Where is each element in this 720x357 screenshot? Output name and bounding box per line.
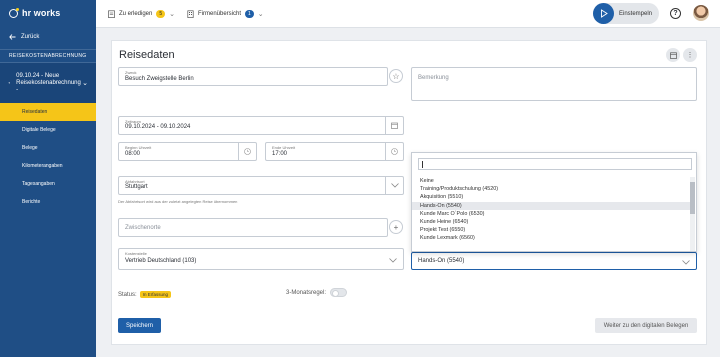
sidebar-section-title: REISEKOSTENABRECHNUNG [0, 49, 96, 63]
next-to-digital-receipts-button[interactable]: Weiter zu den digitalen Belegen [595, 318, 697, 333]
arrow-left-icon [9, 33, 16, 40]
ende-label: Ende Uhrzeit [272, 145, 296, 150]
beginn-label: Beginn Uhrzeit [125, 145, 152, 150]
dropdown-option[interactable]: Kunde Lexmark (6560) [412, 234, 691, 242]
status-badge: In Erfassung [139, 291, 171, 298]
sidebar-item-belege[interactable]: Belege [0, 139, 96, 157]
play-icon [593, 3, 614, 24]
ende-time-field[interactable]: Ende Uhrzeit 17:00 [265, 142, 404, 161]
kostenstelle-select[interactable]: Kostenstelle Vertrieb Deutschland (103) [118, 248, 404, 270]
zweck-field[interactable]: Zweck Besuch Zweigstelle Berlin [118, 67, 388, 86]
more-options-icon[interactable]: ⋮ [683, 48, 697, 62]
scrollbar-thumb[interactable] [690, 182, 695, 214]
clock-in-button[interactable]: Einstempeln [593, 3, 659, 24]
chevron-down-icon: ⌄ [82, 80, 88, 87]
sidebar-item-digitale-belege[interactable]: Digitale Belege [0, 121, 96, 139]
save-button[interactable]: Speichern [118, 318, 161, 333]
chevron-down-icon [389, 258, 397, 263]
zeitraum-field[interactable]: Zeitraum 09.10.2024 - 09.10.2024 [118, 116, 404, 135]
dropdown-search-input[interactable] [418, 158, 692, 170]
clipboard-icon [108, 10, 115, 18]
avatar[interactable] [693, 5, 709, 21]
three-month-toggle[interactable] [330, 288, 348, 297]
archive-icon[interactable] [666, 48, 680, 62]
sidebar-item-tagesangaben[interactable]: Tagesangaben [0, 175, 96, 193]
brand-name: hr works [22, 8, 61, 18]
todo-count-badge: 5 [156, 10, 166, 18]
zwischenorte-input[interactable]: Zwischenorte [118, 218, 388, 237]
plane-icon [8, 82, 10, 84]
chevron-down-icon: ⌄ [169, 11, 176, 18]
beginn-time-field[interactable]: Beginn Uhrzeit 08:00 [118, 142, 257, 161]
current-trip-label: 09.10.24 - Neue Reisekostenabrechnung - [16, 72, 81, 93]
help-icon[interactable]: ? [670, 8, 681, 19]
back-link[interactable]: Zurück [0, 28, 96, 45]
dropdown-option[interactable]: Training/Produktschulung (4520) [412, 185, 691, 193]
dropdown-option[interactable]: Projekt Test (6550) [412, 226, 691, 234]
bemerkung-placeholder: Bemerkung [418, 75, 449, 81]
dropdown-option[interactable]: Kunde Heine (6540) [412, 218, 691, 226]
chevron-down-icon[interactable] [385, 177, 403, 194]
chevron-down-icon: ⌄ [257, 11, 264, 18]
clock-in-label: Einstempeln [619, 10, 653, 17]
three-month-rule: 3-Monatsregel: [286, 288, 348, 297]
dropdown-options: Keine Training/Produktschulung (4520) Ak… [412, 177, 691, 243]
status-label: Status: [118, 291, 137, 298]
building-icon [187, 10, 194, 18]
dropdown-option[interactable]: Kunde Marc O´Polo (6530) [412, 210, 691, 218]
clock-icon[interactable] [385, 143, 403, 160]
zweck-label: Zweck [125, 70, 137, 75]
zwischenorte-placeholder: Zwischenorte [125, 225, 161, 231]
dropdown-option-selected[interactable]: Hands-On (5540) [412, 201, 691, 210]
three-month-label: 3-Monatsregel: [286, 289, 327, 296]
company-overview-menu[interactable]: Firmenübersicht 1 ⌄ [187, 0, 264, 28]
sidebar-current-trip[interactable]: 09.10.24 - Neue Reisekostenabrechnung - … [0, 63, 96, 103]
kostenstelle-label: Kostenstelle [125, 251, 147, 256]
page-title: Reisedaten [119, 49, 175, 61]
sidebar-item-kilometerangaben[interactable]: Kilometerangaben [0, 157, 96, 175]
top-bar: Zu erledigen 5 ⌄ Firmenübersicht 1 ⌄ Ein… [96, 0, 720, 28]
todo-label: Zu erledigen [119, 11, 153, 17]
dropdown-option[interactable]: Akquisition (5510) [412, 193, 691, 201]
abfahrtsort-select[interactable]: Abfahrtsort Stuttgart [118, 176, 404, 195]
kostentraeger-dropdown: Keine Training/Produktschulung (4520) Ak… [411, 152, 697, 252]
logo-icon [9, 7, 19, 18]
ende-value: 17:00 [272, 151, 288, 157]
kostentraeger-select[interactable]: Hands-On (5540) [411, 252, 697, 270]
kostentraeger-value: Hands-On (5540) [418, 258, 465, 264]
back-label: Zurück [21, 33, 40, 40]
chevron-down-icon [682, 260, 690, 265]
dropdown-scrollbar[interactable] [690, 177, 695, 251]
kostenstelle-value: Vertrieb Deutschland (103) [125, 258, 197, 264]
status-row: Status: In Erfassung [118, 291, 171, 298]
dropdown-option[interactable]: Keine [412, 177, 691, 185]
todo-menu[interactable]: Zu erledigen 5 ⌄ [108, 0, 175, 28]
sidebar-item-reisedaten[interactable]: Reisedaten [0, 103, 96, 121]
star-icon[interactable]: ☆ [389, 69, 403, 83]
clock-icon[interactable] [238, 143, 256, 160]
company-count-badge: 1 [245, 10, 254, 18]
plus-icon[interactable]: + [389, 220, 403, 234]
abfahrtsort-value: Stuttgart [125, 184, 148, 190]
beginn-value: 08:00 [125, 151, 141, 157]
sidebar-item-berichte[interactable]: Berichte [0, 193, 96, 211]
company-overview-label: Firmenübersicht [198, 11, 242, 17]
brand-logo[interactable]: hr works [0, 0, 96, 26]
bemerkung-textarea[interactable]: Bemerkung [411, 67, 697, 101]
calendar-icon[interactable] [385, 117, 403, 134]
zweck-value: Besuch Zweigstelle Berlin [125, 76, 194, 82]
sidebar: hr works Zurück REISEKOSTENABRECHNUNG 09… [0, 0, 96, 357]
abfahrtsort-hint: Der Abfahrtsort wird aus der zuletzt ang… [118, 199, 238, 204]
zeitraum-value: 09.10.2024 - 09.10.2024 [125, 124, 191, 130]
